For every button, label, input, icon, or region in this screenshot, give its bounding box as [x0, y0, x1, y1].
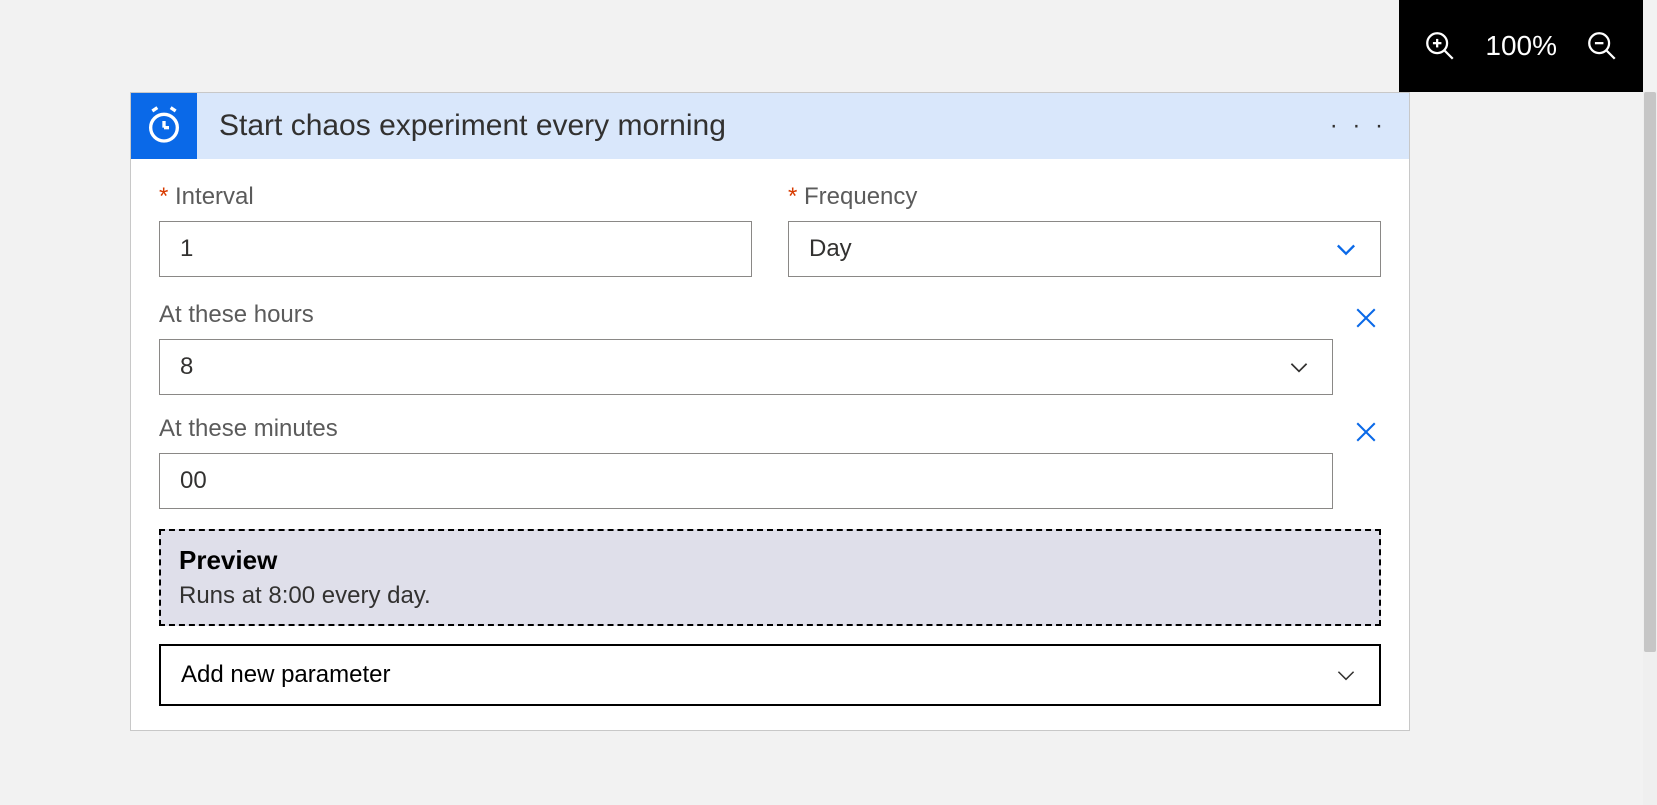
clock-icon — [131, 93, 197, 159]
preview-panel: Preview Runs at 8:00 every day. — [159, 529, 1381, 626]
preview-heading: Preview — [179, 545, 1361, 576]
more-menu-icon[interactable]: · · · — [1308, 112, 1409, 140]
card-title: Start chaos experiment every morning — [197, 109, 1308, 143]
frequency-label: * Frequency — [788, 183, 1381, 211]
zoom-toolbar: 100% — [1399, 0, 1643, 92]
zoom-in-icon[interactable] — [1423, 29, 1457, 63]
hours-select[interactable]: 8 — [159, 339, 1333, 395]
interval-label: * Interval — [159, 183, 752, 211]
interval-label-text: Interval — [175, 183, 254, 210]
chevron-down-icon — [1286, 354, 1312, 380]
add-parameter-label: Add new parameter — [181, 661, 390, 689]
preview-text: Runs at 8:00 every day. — [179, 582, 1361, 610]
add-parameter-select[interactable]: Add new parameter — [159, 644, 1381, 706]
hours-value: 8 — [180, 353, 193, 381]
card-header: Start chaos experiment every morning · ·… — [131, 93, 1409, 159]
frequency-value: Day — [809, 235, 852, 263]
zoom-out-icon[interactable] — [1585, 29, 1619, 63]
frequency-label-text: Frequency — [804, 183, 917, 210]
zoom-level-label: 100% — [1485, 30, 1557, 62]
trigger-card: Start chaos experiment every morning · ·… — [130, 92, 1410, 731]
minutes-input[interactable]: 00 — [159, 453, 1333, 509]
remove-hours-button[interactable] — [1351, 303, 1381, 333]
chevron-down-icon — [1333, 662, 1359, 688]
minutes-value: 00 — [180, 467, 207, 495]
scrollbar-thumb[interactable] — [1644, 92, 1656, 652]
scrollbar-track[interactable] — [1643, 92, 1657, 805]
interval-value: 1 — [180, 235, 193, 263]
minutes-label: At these minutes — [159, 415, 1333, 443]
chevron-down-icon — [1332, 235, 1360, 263]
frequency-select[interactable]: Day — [788, 221, 1381, 277]
interval-input[interactable]: 1 — [159, 221, 752, 277]
remove-minutes-button[interactable] — [1351, 417, 1381, 447]
card-body: * Interval 1 * Frequency Day — [131, 159, 1409, 730]
hours-label: At these hours — [159, 301, 1333, 329]
